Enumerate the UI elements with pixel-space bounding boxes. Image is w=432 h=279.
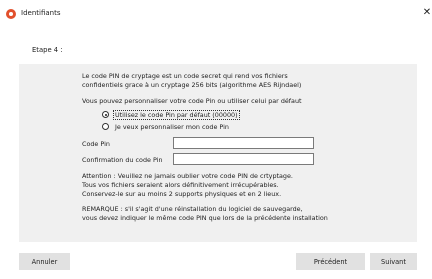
warning-line-3: Conservez-le sur au moins 2 supports phy…: [82, 190, 282, 198]
intro-line-2: confidentiels grace à un cryptage 256 bi…: [82, 81, 302, 89]
next-button[interactable]: Suivant: [370, 253, 417, 270]
title-bar: Identifiants ✕: [0, 0, 432, 28]
remark-line-2: vous devez indiquer le même code PIN que…: [82, 214, 328, 222]
previous-button[interactable]: Précédent: [296, 253, 365, 270]
intro-line-3: Vous pouvez personnaliser votre code Pin…: [82, 97, 302, 105]
warning-line-2: Tous vos fichiers seraient alors définit…: [82, 181, 279, 189]
window-title: Identifiants: [21, 9, 61, 17]
radio-custom-pin[interactable]: Je veux personnaliser mon code Pin: [102, 121, 230, 132]
step-label: Etape 4 :: [32, 46, 63, 54]
remark-line-1: REMARQUE : s'il s'agit d'une réinstallat…: [82, 205, 303, 213]
radio-default-pin[interactable]: Utilisez le code Pin par défaut (00000): [102, 109, 240, 120]
radio-default-pin-label[interactable]: Utilisez le code Pin par défaut (00000): [113, 109, 240, 120]
radio-button-unchecked[interactable]: [102, 123, 109, 130]
cancel-button[interactable]: Annuler: [19, 253, 70, 270]
confirm-pin-input[interactable]: [173, 153, 314, 165]
pin-input[interactable]: [173, 137, 314, 149]
pin-label: Code Pin: [82, 140, 110, 148]
close-icon[interactable]: ✕: [422, 7, 432, 19]
warning-line-1: Attention : Veuillez ne jamais oublier v…: [82, 172, 293, 180]
app-logo-icon: [6, 9, 16, 19]
radio-custom-pin-label[interactable]: Je veux personnaliser mon code Pin: [114, 123, 230, 131]
intro-line-1: Le code PIN de cryptage est un code secr…: [82, 72, 288, 80]
radio-button-checked[interactable]: [102, 111, 109, 118]
confirm-pin-label: Confirmation du code Pin: [82, 156, 163, 164]
